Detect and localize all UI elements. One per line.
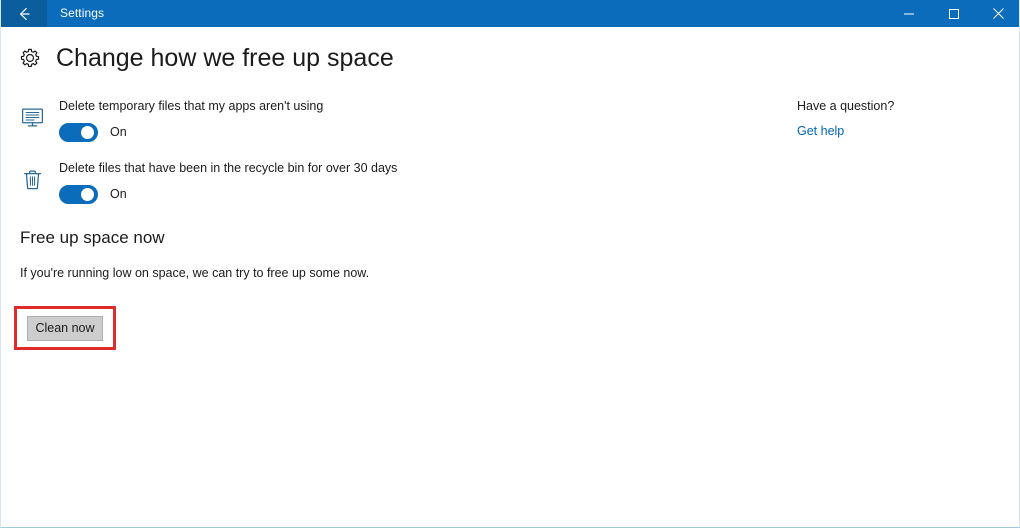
page-header: Change how we free up space (19, 43, 394, 73)
recycle-bin-icon (20, 167, 45, 192)
setting-label: Delete temporary files that my apps aren… (59, 99, 324, 113)
close-button[interactable] (976, 0, 1019, 27)
settings-content: Change how we free up space Delete tempo… (1, 27, 1019, 527)
minimize-icon (903, 8, 915, 20)
close-icon (992, 7, 1005, 20)
help-heading: Have a question? (797, 99, 895, 113)
titlebar-spacer (104, 0, 886, 27)
maximize-button[interactable] (931, 0, 976, 27)
get-help-link[interactable]: Get help (797, 123, 844, 140)
toggle-knob (81, 126, 94, 139)
setting-body: Delete temporary files that my apps aren… (59, 98, 323, 142)
section-heading-free-up-space: Free up space now (20, 228, 165, 247)
section-description: If you're running low on space, we can t… (20, 266, 370, 280)
maximize-icon (948, 8, 960, 20)
toggle-knob (81, 188, 94, 201)
settings-window: Settings Change how we free up space Del… (0, 0, 1020, 528)
minimize-button[interactable] (886, 0, 931, 27)
monitor-icon (20, 105, 45, 130)
toggle-switch[interactable] (59, 185, 98, 204)
gear-icon (19, 47, 41, 69)
toggle-line: On (59, 123, 323, 142)
toggle-switch[interactable] (59, 123, 98, 142)
setting-row: Delete files that have been in the recyc… (20, 160, 397, 204)
setting-row: Delete temporary files that my apps aren… (20, 98, 323, 142)
toggle-state-label: On (110, 187, 127, 201)
toggle-line: On (59, 185, 397, 204)
title-bar: Settings (1, 0, 1019, 27)
window-title: Settings (60, 6, 105, 20)
caption-buttons (886, 0, 1019, 27)
setting-body: Delete files that have been in the recyc… (59, 160, 397, 204)
help-panel: Have a question? Get help (797, 98, 894, 140)
back-button[interactable] (1, 0, 47, 27)
arrow-left-icon (16, 6, 32, 22)
page-title: Change how we free up space (56, 44, 394, 72)
toggle-state-label: On (110, 125, 127, 139)
clean-now-button[interactable]: Clean now (27, 316, 103, 341)
setting-label: Delete files that have been in the recyc… (59, 161, 398, 175)
